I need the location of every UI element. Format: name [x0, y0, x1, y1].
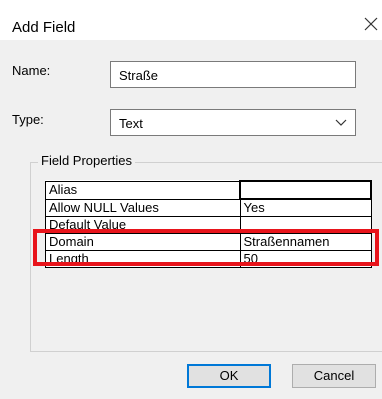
- field-properties-table: Alias Allow NULL Values Yes Default Valu…: [45, 180, 372, 268]
- ok-button[interactable]: OK: [187, 364, 271, 388]
- property-name: Allow NULL Values: [45, 198, 241, 217]
- property-value[interactable]: Straßennamen: [239, 233, 372, 251]
- add-field-dialog: Add Field Name: Straße Type: Text Field …: [0, 0, 382, 399]
- table-row[interactable]: Domain Straßennamen: [45, 233, 372, 251]
- title-bar: Add Field: [0, 0, 382, 40]
- type-label: Type:: [12, 112, 44, 127]
- property-name: Default Value: [45, 216, 241, 234]
- type-selected-value: Text: [119, 116, 143, 131]
- table-row[interactable]: Allow NULL Values Yes: [45, 198, 372, 217]
- name-label: Name:: [12, 63, 51, 78]
- property-value[interactable]: Yes: [239, 198, 372, 217]
- dialog-title: Add Field: [12, 19, 76, 36]
- field-properties-title: Field Properties: [38, 153, 136, 168]
- table-row[interactable]: Alias: [45, 180, 372, 200]
- chevron-down-icon: [335, 119, 347, 126]
- property-value[interactable]: [239, 180, 372, 200]
- close-icon[interactable]: [363, 15, 379, 33]
- property-name: Length: [45, 250, 241, 268]
- property-value[interactable]: [239, 216, 372, 234]
- type-dropdown[interactable]: Text: [110, 109, 356, 136]
- property-value[interactable]: 50: [239, 250, 372, 268]
- table-row[interactable]: Length 50: [45, 250, 372, 268]
- name-input[interactable]: Straße: [110, 61, 356, 88]
- table-row[interactable]: Default Value: [45, 216, 372, 234]
- property-name: Alias: [45, 180, 241, 200]
- property-name: Domain: [45, 233, 241, 251]
- cancel-button[interactable]: Cancel: [292, 364, 376, 388]
